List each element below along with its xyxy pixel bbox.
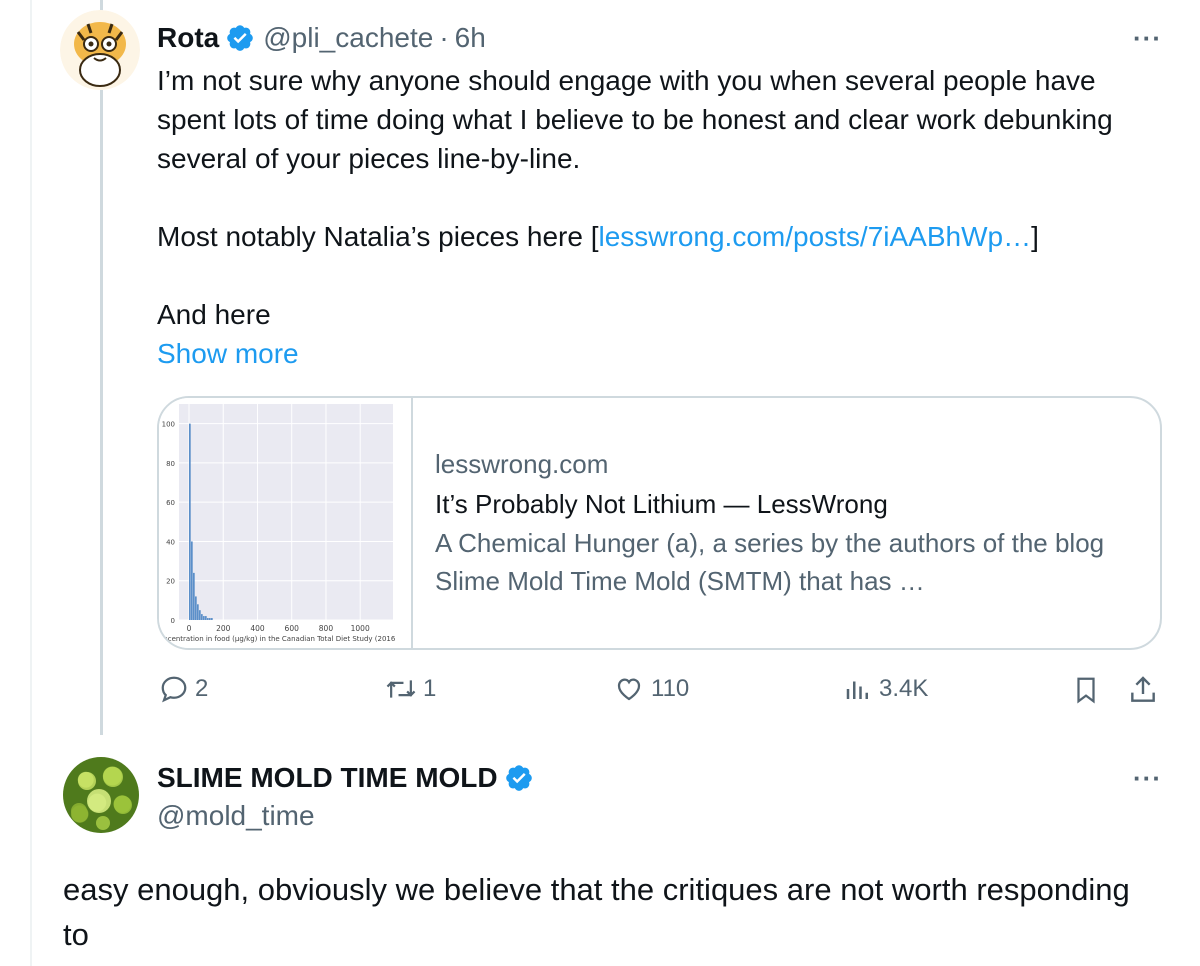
y-tick-label: 100	[162, 421, 175, 429]
share-button[interactable]	[1127, 674, 1159, 706]
x-tick-label: 0	[187, 624, 192, 633]
tweet-header: SLIME MOLD TIME MOLD ···	[157, 760, 1162, 796]
x-axis-label: oncentration in food (µg/kg) in the Cana…	[159, 635, 396, 643]
card-body: lesswrong.com It’s Probably Not Lithium …	[413, 398, 1160, 648]
timeline-border	[30, 0, 32, 966]
avatar[interactable]	[60, 10, 140, 90]
reply-button[interactable]: 2	[159, 674, 208, 704]
verified-badge-icon	[227, 25, 254, 51]
more-options-icon[interactable]: ···	[1133, 763, 1162, 794]
views-chart-icon	[846, 681, 868, 699]
verified-badge-icon	[505, 765, 532, 791]
card-description: A Chemical Hunger (a), a series by the a…	[435, 528, 1105, 596]
y-tick-label: 20	[166, 578, 175, 586]
author-name[interactable]: Rota	[157, 22, 219, 54]
avatar[interactable]	[63, 757, 139, 833]
x-tick-label: 800	[319, 624, 334, 633]
retweet-count: 1	[423, 675, 437, 702]
tweet-header: Rota @pli_cachete · 6h ···	[157, 20, 1162, 56]
histogram-bar	[209, 618, 211, 620]
histogram-bar	[193, 572, 195, 620]
histogram-bar	[199, 610, 201, 620]
tweet-actions: 2 1 110 3.4K	[157, 674, 1167, 714]
y-tick-label: 0	[171, 617, 175, 625]
histogram-chart: 0204060801000 200 400 600 800 1000oncentratio…	[159, 404, 396, 643]
author-handle[interactable]: @pli_cachete	[263, 22, 433, 54]
x-tick-label: 200	[216, 624, 231, 633]
reply-icon	[161, 676, 187, 703]
like-count: 110	[651, 675, 690, 702]
author-name[interactable]: SLIME MOLD TIME MOLD	[157, 762, 498, 794]
y-tick-label: 60	[166, 499, 175, 507]
histogram-bar	[191, 541, 193, 620]
histogram-bar	[211, 618, 213, 620]
tweet-text: I’m not sure why anyone should engage wi…	[157, 61, 1167, 334]
bookmark-icon	[1077, 677, 1095, 704]
plot-area	[179, 404, 393, 620]
share-icon	[1131, 676, 1155, 702]
more-options-icon[interactable]: ···	[1133, 23, 1162, 54]
retweet-icon	[386, 680, 416, 698]
y-tick-label: 80	[166, 460, 175, 468]
x-tick-label: 600	[285, 624, 300, 633]
histogram-bar	[189, 423, 191, 620]
histogram-bar	[203, 616, 205, 620]
dot-separator: ·	[439, 22, 449, 53]
x-tick-label: 400	[250, 624, 265, 633]
bookmark-button[interactable]	[1071, 674, 1101, 706]
views-button[interactable]: 3.4K	[843, 674, 928, 704]
show-more-link[interactable]: Show more	[157, 334, 299, 373]
timestamp[interactable]: 6h	[455, 22, 486, 54]
histogram-bar	[195, 596, 197, 620]
tiger-cartoon-avatar-icon	[60, 10, 140, 90]
retweet-button[interactable]: 1	[385, 674, 436, 704]
thread-connector-line	[100, 0, 103, 735]
histogram-bar	[207, 618, 209, 620]
views-count: 3.4K	[879, 675, 929, 702]
x-tick-label: 1000	[351, 624, 370, 633]
reply-count: 2	[195, 675, 209, 702]
tweet-text: easy enough, obviously we believe that t…	[63, 872, 1130, 952]
card-thumbnail: 0 20 40 60 80 100 0 200 400 600 800 1000 oncentratio…	[159, 398, 413, 648]
like-button[interactable]: 110	[613, 674, 689, 704]
y-tick-label: 40	[166, 538, 175, 546]
author-handle[interactable]: @mold_time	[157, 800, 315, 832]
histogram-bar	[201, 614, 203, 620]
histogram-bar	[205, 616, 207, 620]
card-title: It’s Probably Not Lithium — LessWrong	[435, 489, 888, 519]
romanesco-broccoli-avatar-icon	[71, 767, 132, 830]
card-domain: lesswrong.com	[435, 449, 609, 479]
heart-icon	[617, 678, 641, 701]
link-preview-card[interactable]: 0 20 40 60 80 100 0 200 400 600 800 1000 oncentratio…	[157, 396, 1162, 650]
histogram-bar	[197, 604, 199, 620]
tweet-link[interactable]: lesswrong.com/posts/7iAABhWp…	[599, 221, 1032, 252]
